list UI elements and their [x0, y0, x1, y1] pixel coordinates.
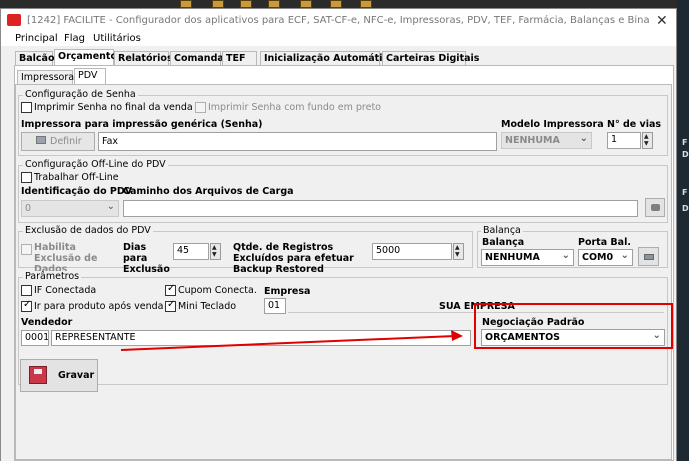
close-button[interactable]: ✕: [656, 13, 668, 29]
desktop-shortcut-icon[interactable]: [180, 0, 192, 8]
app-window: [1242] FACILITE - Configurador dos aplic…: [0, 8, 677, 461]
red-arrow-annotation: [120, 330, 463, 351]
arrow-line: [120, 335, 456, 351]
desktop-shortcut-icon[interactable]: [300, 0, 312, 8]
title-bar: [1242] FACILITE - Configurador dos aplic…: [1, 9, 676, 32]
desktop-shortcut-icon[interactable]: [268, 0, 280, 8]
menu-utilitarios[interactable]: Utilitários: [93, 33, 141, 44]
desktop-letter: D: [682, 150, 689, 159]
desktop-letter: F: [682, 188, 688, 197]
client-area: Balcão Orçamento Relatórios Comanda TEF …: [1, 46, 676, 461]
desktop-shortcut-icon[interactable]: [360, 0, 372, 8]
window-title: [1242] FACILITE - Configurador dos aplic…: [27, 15, 650, 26]
desktop-letter: F: [682, 138, 688, 147]
gravar-button[interactable]: Gravar: [20, 359, 98, 392]
desktop-strip: [0, 0, 689, 8]
menu-principal[interactable]: Principal: [15, 33, 58, 44]
arrow-head: [451, 330, 463, 341]
desktop-background-right: F D F D: [677, 0, 689, 461]
desktop-shortcut-icon[interactable]: [330, 0, 342, 8]
menu-bar: Principal Flag Utilitários: [1, 32, 676, 46]
desktop-letter: D: [682, 204, 689, 213]
gravar-label: Gravar: [58, 370, 95, 381]
save-icon-label: [34, 369, 42, 374]
desktop-shortcut-icon[interactable]: [240, 0, 252, 8]
desktop-shortcut-icon[interactable]: [212, 0, 224, 8]
app-icon: [7, 14, 21, 26]
save-icon: [29, 366, 47, 384]
menu-flag[interactable]: Flag: [64, 33, 85, 44]
